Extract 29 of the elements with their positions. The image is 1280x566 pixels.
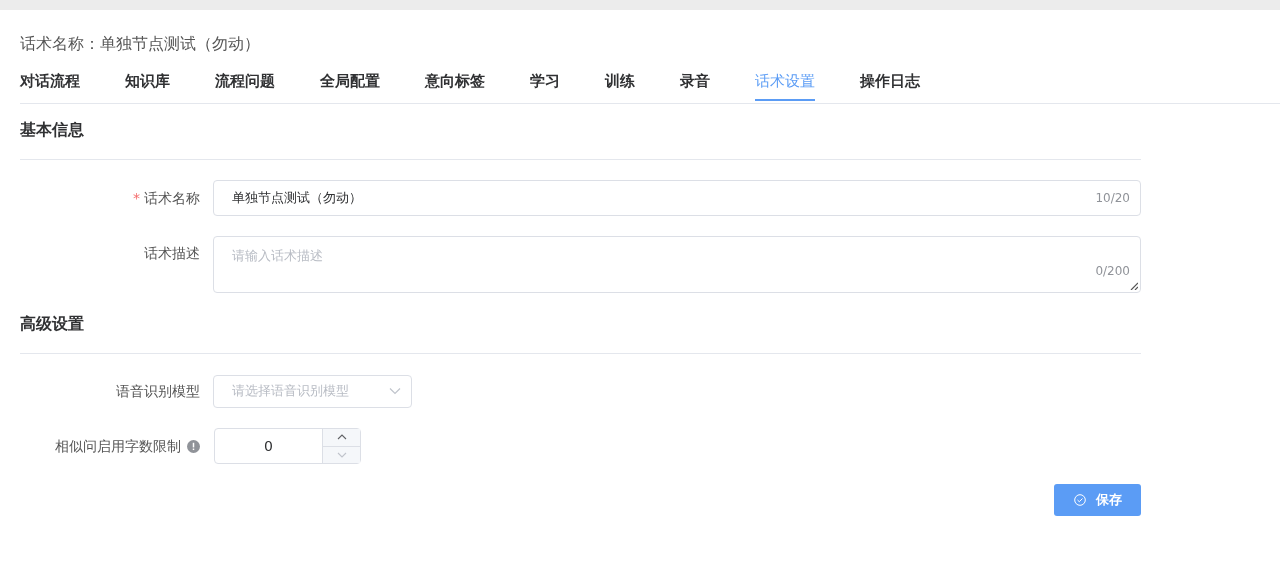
resize-handle-icon[interactable] xyxy=(1130,282,1138,290)
chevron-down-icon xyxy=(389,387,401,395)
number-field[interactable]: 0 xyxy=(214,428,361,464)
info-icon[interactable] xyxy=(187,439,200,453)
chevron-down-icon xyxy=(336,451,347,458)
field-label: 话术描述 xyxy=(144,244,200,263)
field-label: 语音识别模型 xyxy=(116,382,200,401)
tab[interactable]: 意向标签 xyxy=(425,70,485,101)
required-mark: * xyxy=(133,189,140,208)
tab[interactable]: 全局配置 xyxy=(320,70,380,101)
input-field[interactable]: 单独节点测试（勿动） 10/20 xyxy=(213,180,1141,216)
tab[interactable]: 训练 xyxy=(605,70,635,101)
section-title: 基本信息 xyxy=(20,119,85,141)
tab[interactable]: 操作日志 xyxy=(860,70,920,101)
field-label: 话术名称 xyxy=(144,189,200,208)
check-circle-icon xyxy=(1073,494,1086,506)
section-title: 高级设置 xyxy=(20,313,85,335)
placeholder: 请输入话术描述 xyxy=(232,248,323,263)
tab[interactable]: 录音 xyxy=(680,70,710,101)
tab[interactable]: 学习 xyxy=(530,70,560,101)
chevron-up-icon xyxy=(336,434,347,441)
field-value: 单独节点测试（勿动） xyxy=(232,189,362,207)
tab[interactable]: 流程问题 xyxy=(215,70,275,101)
page-title: 话术名称：单独节点测试（勿动） xyxy=(20,33,261,55)
char-count: 10/20 xyxy=(1095,191,1130,205)
tab[interactable]: 知识库 xyxy=(125,70,170,101)
field-label: 相似问启用字数限制 xyxy=(55,437,181,456)
char-count: 0/200 xyxy=(1095,264,1130,278)
tab[interactable]: 对话流程 xyxy=(20,70,80,101)
